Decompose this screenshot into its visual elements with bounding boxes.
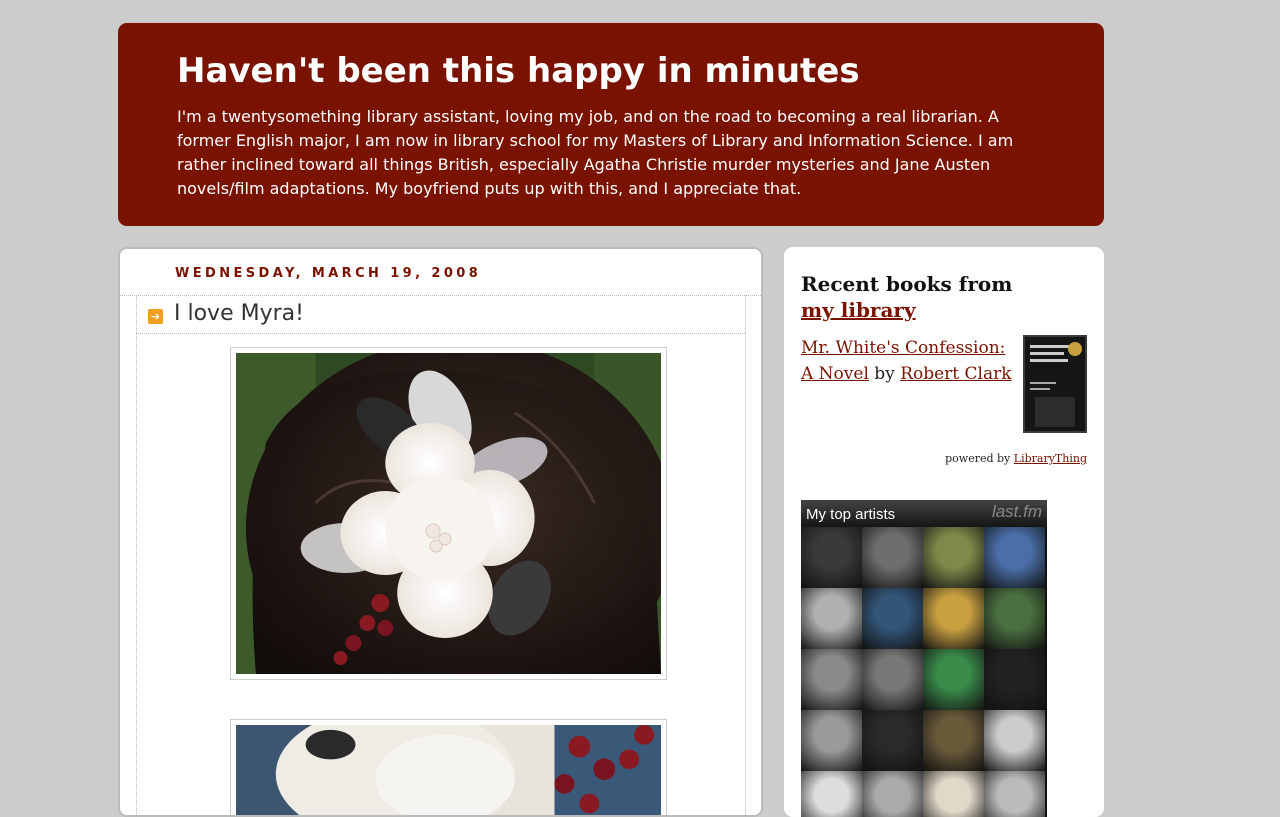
photo-hair-flower xyxy=(236,338,674,718)
artist-tile[interactable] xyxy=(984,710,1045,771)
artist-tile[interactable] xyxy=(862,588,923,649)
librarything-link[interactable]: LibraryThing xyxy=(1014,452,1087,465)
artist-tile[interactable] xyxy=(984,771,1045,817)
lastfm-header: My top artists last.fm xyxy=(801,500,1047,527)
powered-by-label: powered by xyxy=(945,452,1014,465)
main-column: WEDNESDAY, MARCH 19, 2008 ➔ I love Myra! xyxy=(118,247,763,817)
blog-header: Haven't been this happy in minutes I'm a… xyxy=(118,23,1104,226)
book-entry: Mr. White's Confession: A Novel by Rober… xyxy=(801,335,1016,387)
divider xyxy=(745,295,746,815)
book-cover-image[interactable] xyxy=(1023,335,1087,433)
photo-flower-berries xyxy=(236,705,661,815)
artist-tile[interactable] xyxy=(923,649,984,710)
book-author-link[interactable]: Robert Clark xyxy=(900,364,1011,384)
artist-tile[interactable] xyxy=(923,588,984,649)
artist-grid xyxy=(801,527,1047,817)
lastfm-title: My top artists xyxy=(806,506,896,523)
post-photo[interactable] xyxy=(230,338,674,718)
artist-tile[interactable] xyxy=(801,588,862,649)
artist-tile[interactable] xyxy=(801,649,862,710)
powered-by: powered by LibraryThing xyxy=(945,452,1087,465)
post-header: ➔ I love Myra! xyxy=(148,297,304,331)
artist-tile[interactable] xyxy=(862,710,923,771)
artist-tile[interactable] xyxy=(923,710,984,771)
books-widget-title: Recent books from my library xyxy=(801,271,1046,323)
artist-tile[interactable] xyxy=(923,527,984,588)
artist-tile[interactable] xyxy=(984,649,1045,710)
divider xyxy=(136,333,745,334)
artist-tile[interactable] xyxy=(984,527,1045,588)
book-by-label: by xyxy=(868,364,901,384)
divider xyxy=(120,295,761,296)
book-cover-art xyxy=(1025,337,1085,431)
artist-tile[interactable] xyxy=(862,649,923,710)
sidebar: Recent books from my library Mr. White's… xyxy=(784,247,1104,817)
artist-tile[interactable] xyxy=(923,771,984,817)
post-photo[interactable] xyxy=(230,705,667,815)
post-title[interactable]: I love Myra! xyxy=(174,299,304,329)
divider xyxy=(136,295,137,815)
artist-tile[interactable] xyxy=(801,527,862,588)
artist-tile[interactable] xyxy=(862,527,923,588)
blog-title[interactable]: Haven't been this happy in minutes xyxy=(177,49,1046,93)
my-library-link[interactable]: my library xyxy=(801,298,916,322)
books-widget-title-prefix: Recent books from xyxy=(801,272,1013,296)
arrow-right-icon: ➔ xyxy=(148,308,163,324)
blog-description: I'm a twentysomething library assistant,… xyxy=(177,107,1014,198)
artist-tile[interactable] xyxy=(862,771,923,817)
artist-tile[interactable] xyxy=(801,771,862,817)
lastfm-logo[interactable]: last.fm xyxy=(992,502,1042,522)
artist-tile[interactable] xyxy=(984,588,1045,649)
lastfm-widget[interactable]: My top artists last.fm xyxy=(801,500,1047,817)
post-date: WEDNESDAY, MARCH 19, 2008 xyxy=(175,266,482,281)
artist-tile[interactable] xyxy=(801,710,862,771)
